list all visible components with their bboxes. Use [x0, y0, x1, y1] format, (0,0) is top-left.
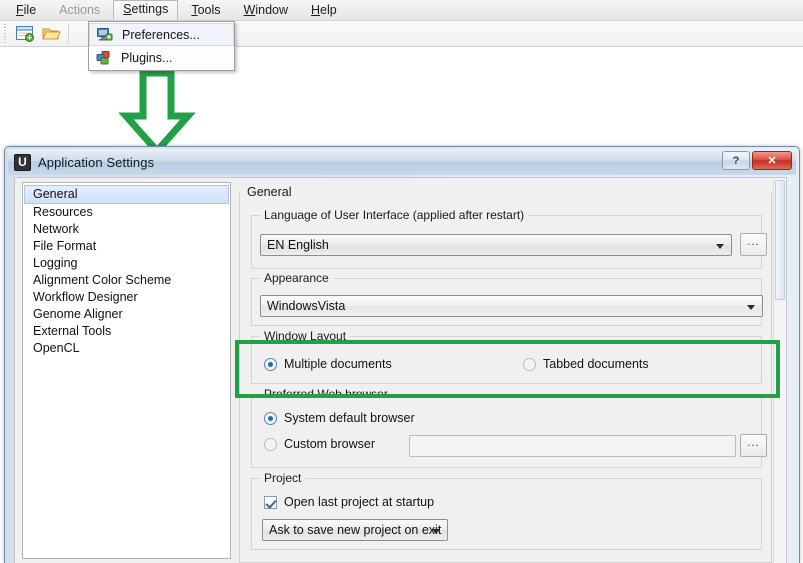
menu-tools-label-rest: ools: [197, 2, 221, 17]
radio-multiple-documents[interactable]: Multiple documents: [264, 357, 392, 371]
sidebar-item-workflow-designer[interactable]: Workflow Designer: [25, 289, 228, 306]
radio-system-default-browser-indicator: [264, 411, 277, 425]
window-buttons: ? ✕: [722, 151, 792, 170]
appearance-group-title: Appearance: [260, 271, 333, 285]
project-exit-combo-value: Ask to save new project on exit: [269, 523, 442, 537]
radio-custom-browser-label: Custom browser: [284, 437, 375, 451]
window-layout-group-title: Window Layout: [260, 329, 351, 343]
close-button[interactable]: ✕: [752, 151, 792, 170]
sidebar-item-genome-aligner[interactable]: Genome Aligner: [25, 306, 228, 323]
menu-help[interactable]: Help: [301, 0, 347, 21]
dialog-body: General Resources Network File Format Lo…: [14, 177, 787, 563]
chevron-down-icon: [432, 529, 440, 534]
window-layout-group: Window Layout Multiple documents Tabbed …: [251, 329, 762, 384]
menu-item-plugins-label: Plugins...: [121, 50, 173, 65]
settings-category-list[interactable]: General Resources Network File Format Lo…: [22, 182, 231, 559]
new-document-button[interactable]: [12, 23, 38, 45]
settings-content-pane: General Language of User Interface (appl…: [239, 182, 772, 563]
sidebar-item-external-tools[interactable]: External Tools: [25, 323, 228, 340]
sidebar-item-alignment-color-scheme[interactable]: Alignment Color Scheme: [25, 272, 228, 289]
sidebar-item-file-format[interactable]: File Format: [25, 238, 228, 255]
appearance-combo-value: WindowsVista: [267, 299, 346, 313]
ugene-app-icon: U: [14, 153, 31, 171]
dialog-scrollbar[interactable]: [773, 178, 786, 563]
language-browse-button[interactable]: ...: [740, 233, 767, 256]
radio-custom-browser-indicator: [264, 437, 277, 451]
web-browser-group: Preferred Web browser System default bro…: [251, 387, 767, 468]
chevron-down-icon: [747, 305, 755, 310]
appearance-group: Appearance WindowsVista: [251, 271, 763, 326]
menu-file[interactable]: File: [6, 0, 46, 21]
language-combo-value: EN English: [267, 238, 329, 252]
new-document-icon: [15, 26, 34, 42]
appearance-combo[interactable]: WindowsVista: [260, 295, 763, 317]
radio-tabbed-documents[interactable]: Tabbed documents: [523, 357, 649, 371]
dialog-title: Application Settings: [38, 154, 155, 170]
menu-file-label-rest: ile: [23, 2, 37, 17]
radio-system-default-browser-label: System default browser: [284, 411, 415, 425]
checkbox-open-last-project[interactable]: Open last project at startup: [264, 495, 434, 509]
menu-settings-label-rest: ettings: [131, 2, 169, 16]
sidebar-item-label: General: [33, 187, 78, 201]
language-combo[interactable]: EN English: [260, 234, 732, 256]
menu-item-preferences[interactable]: Preferences...: [89, 23, 234, 46]
menu-window[interactable]: Window: [234, 0, 298, 21]
menu-tools[interactable]: Tools: [181, 0, 230, 21]
sidebar-item-opencl[interactable]: OpenCL: [25, 340, 228, 357]
menu-window-label-rest: indow: [255, 2, 289, 17]
custom-browser-input[interactable]: [409, 435, 736, 457]
settings-dropdown-menu: Preferences... Plugins...: [88, 21, 235, 71]
sidebar-item-label: OpenCL: [33, 341, 80, 355]
menu-item-plugins[interactable]: Plugins...: [89, 46, 234, 69]
sidebar-item-label: Network: [33, 222, 79, 236]
project-exit-combo[interactable]: Ask to save new project on exit: [262, 519, 448, 541]
radio-system-default-browser[interactable]: System default browser: [264, 411, 415, 425]
dialog-scrollbar-thumb[interactable]: [775, 180, 785, 300]
checkbox-open-last-project-indicator: [264, 495, 277, 509]
sidebar-item-label: File Format: [33, 239, 97, 253]
language-group: Language of User Interface (applied afte…: [251, 208, 767, 269]
sidebar-item-general[interactable]: General: [24, 185, 229, 204]
radio-tabbed-documents-indicator: [523, 357, 536, 371]
sidebar-item-label: Genome Aligner: [33, 307, 123, 321]
language-browse-label: ...: [747, 236, 760, 248]
checkbox-open-last-project-label: Open last project at startup: [284, 495, 435, 509]
menu-bar: File Actions Settings Tools Window Help: [0, 0, 803, 21]
menu-item-preferences-label: Preferences...: [122, 27, 200, 42]
radio-custom-browser[interactable]: Custom browser: [264, 437, 375, 451]
menu-settings[interactable]: Settings: [113, 0, 179, 20]
sidebar-item-resources[interactable]: Resources: [25, 204, 228, 221]
sidebar-item-label: Alignment Color Scheme: [33, 273, 172, 287]
menu-actions-label: Actions: [59, 2, 101, 17]
web-browser-group-title: Preferred Web browser: [260, 387, 392, 401]
project-group-title: Project: [260, 471, 306, 485]
preferences-monitor-icon: [94, 26, 116, 44]
dialog-title-bar[interactable]: U Application Settings ? ✕: [8, 149, 796, 175]
sidebar-item-label: Logging: [33, 256, 78, 270]
sidebar-item-label: Workflow Designer: [33, 290, 138, 304]
sidebar-item-label: External Tools: [33, 324, 112, 338]
plugins-blocks-icon: [93, 49, 115, 67]
toolbar-separator: [68, 23, 75, 44]
custom-browser-browse-label: ...: [747, 437, 760, 449]
chevron-down-icon: [716, 244, 724, 249]
custom-browser-browse-button[interactable]: ...: [740, 434, 767, 457]
open-file-button[interactable]: [38, 23, 64, 45]
menu-actions: Actions: [49, 0, 110, 21]
radio-multiple-documents-indicator: [264, 357, 277, 371]
language-group-title: Language of User Interface (applied afte…: [260, 208, 529, 222]
sidebar-item-label: Resources: [33, 205, 93, 219]
application-settings-dialog: U Application Settings ? ✕ General Resou…: [4, 146, 800, 563]
toolbar-drag-handle[interactable]: [2, 23, 9, 44]
radio-tabbed-documents-label: Tabbed documents: [543, 357, 649, 371]
open-folder-icon: [41, 28, 61, 40]
sidebar-item-network[interactable]: Network: [25, 221, 228, 238]
radio-multiple-documents-label: Multiple documents: [284, 357, 392, 371]
project-group: Project Open last project at startup Ask…: [251, 471, 762, 550]
sidebar-item-logging[interactable]: Logging: [25, 255, 228, 272]
menu-help-label-rest: elp: [320, 2, 337, 17]
help-button[interactable]: ?: [722, 151, 750, 170]
